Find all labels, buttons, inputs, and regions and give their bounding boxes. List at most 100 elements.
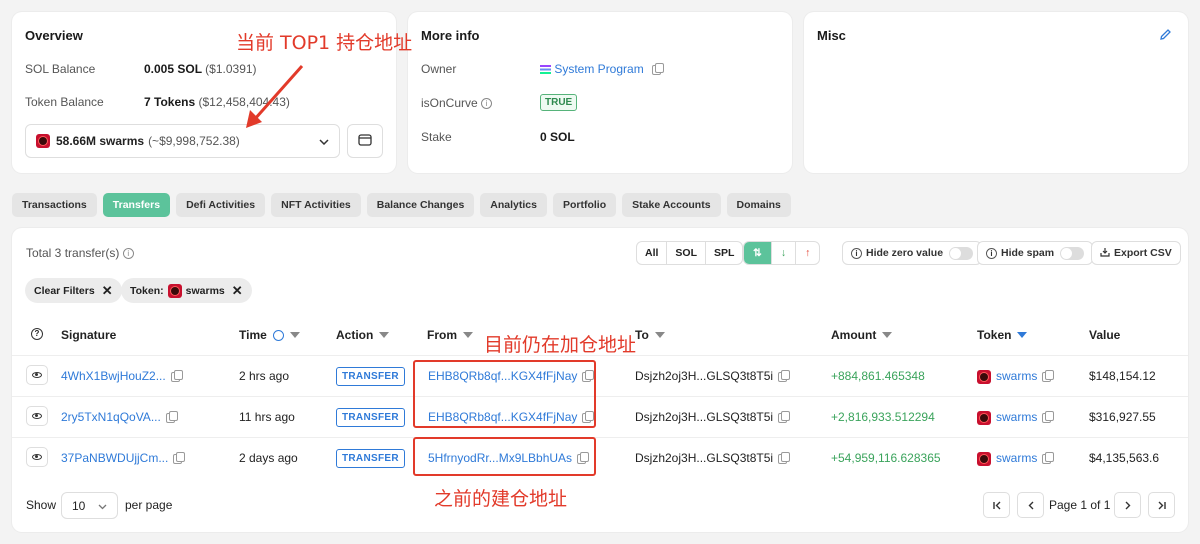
clock-icon[interactable] (272, 329, 284, 341)
filter-sol-button[interactable]: SOL (667, 242, 707, 264)
tab-defi-activities[interactable]: Defi Activities (176, 193, 266, 217)
copy-icon[interactable] (165, 410, 178, 423)
time-value: 2 days ago (239, 451, 298, 465)
clear-filters-chip[interactable]: Clear Filters ✕ (25, 278, 122, 303)
time-value: 2 hrs ago (239, 369, 290, 383)
filter-icon[interactable] (882, 332, 893, 338)
swarms-token-icon (977, 369, 991, 384)
value-header: Value (1089, 328, 1121, 342)
tab-balance-changes[interactable]: Balance Changes (366, 193, 475, 217)
misc-card: Misc (804, 12, 1188, 173)
help-icon: ? (31, 328, 43, 340)
annotation-still-adding: 目前仍在加仓地址 (484, 334, 637, 356)
swarms-token-icon (36, 134, 50, 148)
eye-icon[interactable] (26, 447, 48, 467)
token-link[interactable]: swarms (977, 369, 1055, 384)
tab-transfers[interactable]: Transfers (102, 193, 171, 217)
amount-header: Amount (831, 328, 893, 342)
filter-spl-button[interactable]: SPL (706, 242, 742, 264)
filter-icon[interactable] (1017, 332, 1028, 338)
page-indicator: Page 1 of 1 (1049, 498, 1111, 512)
tab-domains[interactable]: Domains (726, 193, 791, 217)
amount-value: +54,959,116.628365 (831, 451, 941, 465)
filter-icon[interactable] (463, 332, 473, 338)
copy-icon[interactable] (778, 451, 791, 464)
direction-out-button[interactable]: ↑ (796, 242, 819, 264)
token-link[interactable]: swarms (977, 410, 1055, 425)
signature-link[interactable]: 37PaNBWDUjjCm... (61, 451, 186, 465)
export-csv-button[interactable]: Export CSV (1091, 241, 1181, 265)
hide-zero-value-toggle[interactable]: i Hide zero value (842, 241, 983, 265)
tab-analytics[interactable]: Analytics (480, 193, 547, 217)
eye-icon[interactable] (26, 365, 48, 385)
to-address[interactable]: Dsjzh2oj3H...GLSQ3t8T5i (635, 369, 791, 383)
prev-page-button[interactable] (1017, 492, 1044, 518)
tab-bar: Transactions Transfers Defi Activities N… (12, 193, 791, 217)
token-selected-amount: 58.66M swarms (56, 134, 145, 148)
token-selected-usd: (~$9,998,752.38) (148, 134, 240, 148)
copy-icon[interactable] (170, 369, 183, 382)
copy-icon[interactable] (1042, 410, 1055, 423)
solana-icon (540, 65, 551, 75)
time-header: Time (239, 328, 300, 342)
download-icon (1100, 247, 1110, 260)
token-accounts-button[interactable] (347, 124, 383, 158)
export-label: Export CSV (1114, 247, 1172, 259)
filter-icon[interactable] (654, 332, 665, 338)
owner-link[interactable]: System Program (554, 62, 643, 76)
to-address[interactable]: Dsjzh2oj3H...GLSQ3t8T5i (635, 451, 791, 465)
toggle-switch[interactable] (949, 246, 974, 260)
hide-spam-toggle[interactable]: i Hide spam (977, 241, 1094, 265)
copy-icon[interactable] (173, 451, 186, 464)
edit-pencil-icon[interactable] (1159, 28, 1172, 44)
copy-icon[interactable] (778, 369, 791, 382)
stake-label: Stake (421, 130, 452, 144)
filter-icon[interactable] (379, 332, 390, 338)
swarms-token-icon (167, 283, 182, 298)
annotation-box-builder (413, 437, 596, 476)
info-icon: i (986, 247, 997, 259)
owner-label: Owner (421, 62, 457, 76)
direction-both-button[interactable]: ⇅ (744, 242, 772, 264)
last-page-button[interactable] (1148, 492, 1175, 518)
table-row: 2ry5TxN1qQoVA... 11 hrs ago TRANSFER EHB… (12, 396, 1188, 437)
first-page-button[interactable] (983, 492, 1010, 518)
table-row: 37PaNBWDUjjCm... 2 days ago TRANSFER 5Hf… (12, 437, 1188, 478)
hide-spam-label: Hide spam (1001, 247, 1055, 259)
value-amount: $148,154.12 (1089, 369, 1156, 383)
per-page-label: per page (125, 498, 173, 512)
amount-value: +2,816,933.512294 (831, 410, 935, 424)
per-page-select[interactable]: 10 (61, 492, 118, 519)
close-icon[interactable]: ✕ (102, 283, 113, 299)
copy-icon[interactable] (1042, 451, 1055, 464)
hide-zero-label: Hide zero value (866, 247, 944, 259)
overview-title: Overview (25, 28, 83, 43)
next-page-button[interactable] (1114, 492, 1141, 518)
tab-portfolio[interactable]: Portfolio (552, 193, 617, 217)
signature-link[interactable]: 2ry5TxN1qQoVA... (61, 410, 178, 424)
amount-value: +884,861.465348 (831, 369, 925, 383)
signature-link[interactable]: 4WhX1BwjHouZ2... (61, 369, 183, 383)
tab-stake-accounts[interactable]: Stake Accounts (622, 193, 721, 217)
token-filter-chip[interactable]: Token: swarms ✕ (121, 278, 252, 303)
close-icon[interactable]: ✕ (232, 283, 243, 299)
direction-in-button[interactable]: ↓ (772, 242, 797, 264)
filter-icon[interactable] (289, 332, 300, 338)
annotation-arrow (246, 65, 304, 128)
time-value: 11 hrs ago (239, 410, 295, 424)
swarms-token-icon (977, 410, 991, 425)
toggle-switch[interactable] (1060, 246, 1085, 260)
token-link[interactable]: swarms (977, 451, 1055, 466)
copy-icon[interactable] (1042, 369, 1055, 382)
eye-icon[interactable] (26, 406, 48, 426)
tab-nft-activities[interactable]: NFT Activities (271, 193, 361, 217)
to-address[interactable]: Dsjzh2oj3H...GLSQ3t8T5i (635, 410, 791, 424)
clear-filters-label: Clear Filters (34, 284, 95, 297)
copy-icon[interactable] (652, 62, 665, 75)
filter-all-button[interactable]: All (637, 242, 668, 264)
info-icon: i (481, 98, 493, 110)
info-icon: i (122, 248, 134, 260)
to-header: To (635, 328, 665, 342)
tab-transactions[interactable]: Transactions (12, 193, 97, 217)
copy-icon[interactable] (778, 410, 791, 423)
